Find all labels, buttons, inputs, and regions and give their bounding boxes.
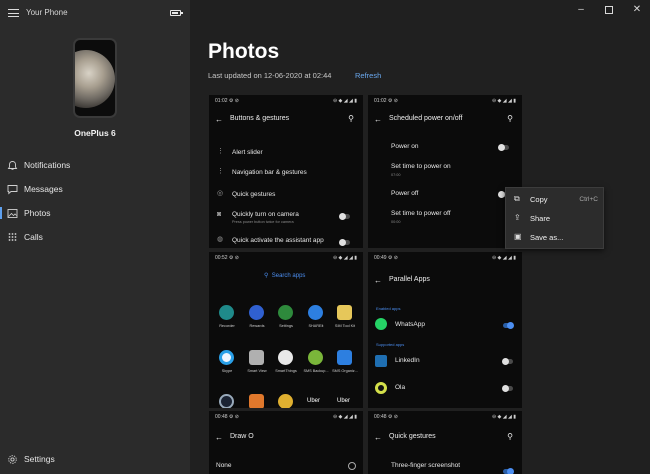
battery-icon bbox=[170, 10, 183, 16]
dialpad-icon bbox=[7, 232, 18, 243]
sim-tool-kit-app-icon bbox=[337, 305, 352, 320]
sidebar-item-settings[interactable]: Settings bbox=[0, 449, 190, 469]
sidebar-item-messages[interactable]: Messages bbox=[0, 179, 190, 199]
status-bar: 00:48 ⚙ ⊘ ⊖ ◆ ◢ ◢ ▮ bbox=[215, 414, 357, 420]
save-icon: ▣ bbox=[514, 232, 522, 241]
assistant-icon: ◍ bbox=[217, 236, 224, 243]
ola-icon bbox=[375, 382, 387, 394]
back-arrow-icon: ← bbox=[374, 115, 382, 124]
photo-thumbnail[interactable]: 00:48 ⚙ ⊘ ⊖ ◆ ◢ ◢ ▮ ← Quick gestures ⚲ Th… bbox=[368, 411, 522, 474]
close-button[interactable]: ✕ bbox=[630, 4, 644, 16]
minimize-button[interactable]: – bbox=[574, 4, 588, 16]
linkedin-icon bbox=[375, 355, 387, 367]
share-icon: ⇪ bbox=[514, 213, 521, 222]
sidebar-item-label: Messages bbox=[24, 184, 63, 194]
toggle-switch bbox=[339, 239, 350, 246]
clock-app-icon bbox=[219, 394, 234, 408]
uber-eats-app-icon: Uber bbox=[337, 398, 351, 404]
sidebar-item-calls[interactable]: Calls bbox=[0, 227, 190, 247]
gesture-icon: ◎ bbox=[217, 190, 224, 197]
sidebar: Your Phone OnePlus 6 Notifications Messa… bbox=[0, 0, 190, 474]
back-arrow-icon: ← bbox=[215, 433, 223, 442]
save-as-menu-item[interactable]: ▣ Save as... bbox=[506, 228, 604, 246]
status-bar: 01:02 ⚙ ⊘ ⊖ ◆ ◢ ◢ ▮ bbox=[374, 98, 516, 104]
search-icon: ⚲ bbox=[507, 432, 513, 441]
uber-app-icon: Uber bbox=[307, 398, 321, 404]
toggle-switch bbox=[498, 144, 509, 151]
slider-icon: ⋮ bbox=[217, 148, 224, 155]
status-bar: 00:52 ⚙ ⊘ ⊖ ◆ ◢ ◢ ▮ bbox=[215, 255, 357, 261]
hamburger-menu-icon[interactable] bbox=[8, 9, 19, 17]
photo-thumbnail[interactable]: 00:52 ⚙ ⊘ ⊖ ◆ ◢ ◢ ▮ ⚲ Search apps Recorde… bbox=[209, 252, 363, 408]
photo-icon bbox=[7, 208, 18, 219]
share-menu-item[interactable]: ⇪ Share bbox=[506, 209, 604, 227]
rewards-app-icon bbox=[249, 305, 264, 320]
maximize-button[interactable] bbox=[602, 4, 616, 16]
settings-app-icon bbox=[278, 305, 293, 320]
status-bar: 01:02 ⚙ ⊘ ⊖ ◆ ◢ ◢ ▮ bbox=[215, 98, 357, 104]
sidebar-item-label: Notifications bbox=[24, 160, 71, 170]
navigation-icon: ⋮ bbox=[217, 168, 224, 175]
whatsapp-icon bbox=[375, 318, 387, 330]
copy-icon: ⧉ bbox=[514, 194, 520, 203]
toggle-switch bbox=[503, 468, 514, 474]
app-icon bbox=[249, 394, 264, 408]
context-menu: ⧉ Copy Ctrl+C ⇪ Share ▣ Save as... bbox=[505, 187, 604, 249]
toggle-switch bbox=[502, 358, 513, 365]
device-name: OnePlus 6 bbox=[74, 128, 116, 138]
radio-button bbox=[348, 462, 356, 470]
sidebar-item-photos[interactable]: Photos bbox=[0, 203, 190, 223]
message-icon bbox=[7, 184, 18, 195]
toggle-switch bbox=[502, 385, 513, 392]
search-icon: ⚲ bbox=[507, 114, 513, 123]
app-title: Your Phone bbox=[26, 8, 68, 17]
photo-thumbnail[interactable]: 01:02 ⚙ ⊘ ⊖ ◆ ◢ ◢ ▮ ← Scheduled power on/… bbox=[368, 95, 522, 248]
status-bar: 00:48 ⚙ ⊘ ⊖ ◆ ◢ ◢ ▮ bbox=[374, 414, 516, 420]
page-title: Photos bbox=[208, 40, 280, 63]
sidebar-item-notifications[interactable]: Notifications bbox=[0, 155, 190, 175]
recorder-app-icon bbox=[219, 305, 234, 320]
back-arrow-icon: ← bbox=[215, 115, 223, 124]
photo-thumbnail[interactable]: 00:48 ⚙ ⊘ ⊖ ◆ ◢ ◢ ▮ ← Draw O None bbox=[209, 411, 363, 474]
bell-icon bbox=[7, 160, 18, 171]
status-bar: 00:49 ⚙ ⊘ ⊖ ◆ ◢ ◢ ▮ bbox=[374, 255, 516, 261]
toggle-switch bbox=[503, 322, 514, 329]
smartthings-app-icon bbox=[278, 350, 293, 365]
search-icon: ⚲ bbox=[348, 114, 354, 123]
phone-wallpaper-image bbox=[73, 38, 117, 118]
smart-view-app-icon bbox=[249, 350, 264, 365]
shareit-app-icon bbox=[308, 305, 323, 320]
sidebar-item-label: Calls bbox=[24, 232, 43, 242]
gear-icon bbox=[7, 454, 18, 465]
sidebar-item-label: Settings bbox=[24, 454, 55, 464]
camera-icon: ◙ bbox=[217, 211, 222, 218]
back-arrow-icon: ← bbox=[374, 276, 382, 285]
toggle-switch bbox=[339, 213, 350, 220]
sms-organizer-app-icon bbox=[337, 350, 352, 365]
search-apps-bar: ⚲ Search apps bbox=[264, 273, 306, 279]
sidebar-item-label: Photos bbox=[24, 208, 51, 218]
copy-menu-item[interactable]: ⧉ Copy Ctrl+C bbox=[506, 190, 604, 208]
skype-app-icon bbox=[219, 350, 234, 365]
photo-thumbnail[interactable]: 00:49 ⚙ ⊘ ⊖ ◆ ◢ ◢ ▮ ← Parallel Apps Enabl… bbox=[368, 252, 522, 408]
back-arrow-icon: ← bbox=[374, 433, 382, 442]
photo-thumbnail[interactable]: 01:02 ⚙ ⊘ ⊖ ◆ ◢ ◢ ▮ ← Buttons & gestures … bbox=[209, 95, 363, 248]
app-icon bbox=[278, 394, 293, 408]
refresh-link[interactable]: Refresh bbox=[355, 71, 381, 80]
sms-backup-app-icon bbox=[308, 350, 323, 365]
last-updated-text: Last updated on 12-06-2020 at 02:44 bbox=[208, 71, 332, 80]
